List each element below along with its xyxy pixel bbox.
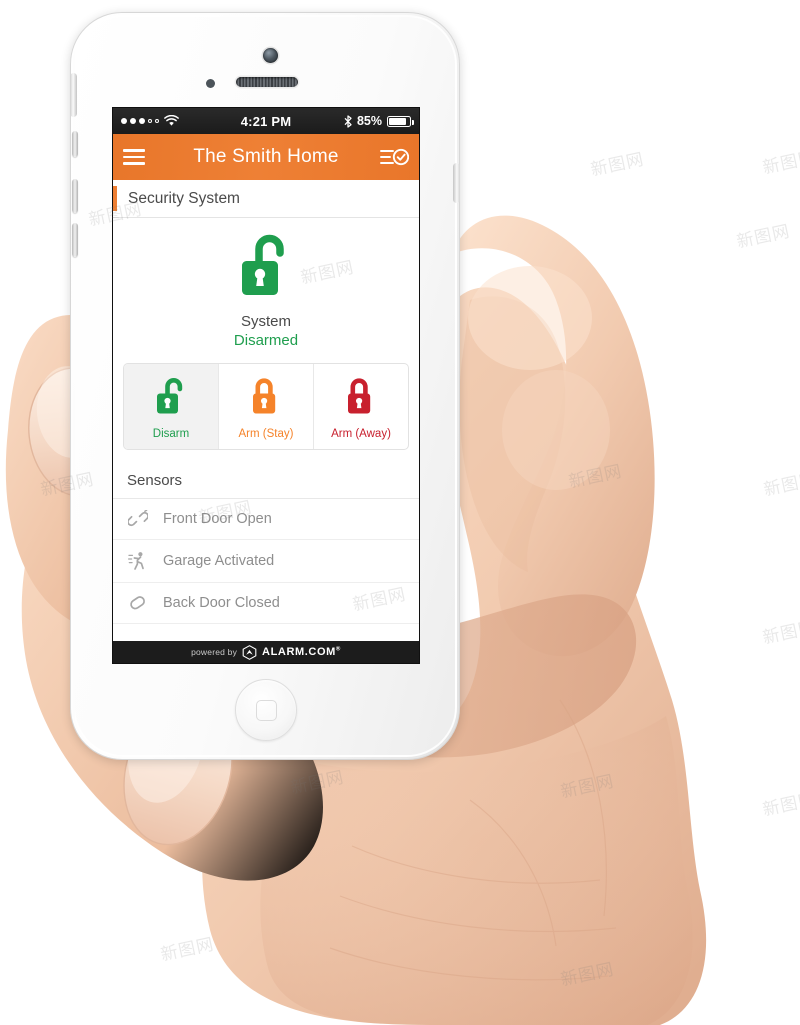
disarm-button[interactable]: Disarm (124, 364, 219, 449)
wifi-icon (164, 115, 179, 126)
phone-antenna-band-right (453, 163, 460, 203)
motion-person-icon (127, 551, 149, 571)
earpiece-speaker-icon (236, 77, 298, 87)
checklist-icon[interactable] (379, 146, 409, 168)
sensor-label: Front Door Open (163, 511, 272, 527)
volume-up-button[interactable] (72, 179, 78, 213)
locked-padlock-icon (348, 378, 371, 414)
status-bar-left (121, 115, 179, 127)
signal-strength-icon (121, 118, 159, 124)
system-status-value: Disarmed (233, 332, 299, 349)
sensor-label: Back Door Closed (163, 595, 280, 611)
home-button[interactable] (235, 679, 297, 741)
page-title: The Smith Home (193, 146, 339, 167)
alarm-com-logo-icon (242, 644, 257, 660)
battery-percent-label: 85% (356, 114, 382, 128)
arm-away-button-label: Arm (Away) (331, 428, 391, 440)
sensor-row[interactable]: Back Door Closed (113, 583, 419, 624)
hamburger-menu-icon[interactable] (123, 149, 145, 165)
sensor-row[interactable]: Garage Activated (113, 540, 419, 583)
status-bar-right: 85% (344, 114, 414, 128)
powered-by-footer: powered by ALARM.COM® (113, 641, 419, 663)
status-bar: 4:21 PM 85% (113, 108, 419, 134)
proximity-sensor-icon (206, 79, 215, 88)
section-accent-bar (113, 186, 117, 211)
home-button-square-icon (255, 699, 277, 721)
silent-switch[interactable] (72, 131, 78, 157)
section-title: Security System (128, 189, 240, 207)
sensors-section-title: Sensors (113, 450, 419, 499)
arm-disarm-button-group: Disarm Arm (Stay) Arm (Away) (123, 363, 409, 450)
broken-link-icon (127, 510, 149, 528)
system-status-panel: System Disarmed (113, 218, 419, 361)
disarm-button-label: Disarm (152, 428, 190, 440)
arm-stay-button[interactable]: Arm (Stay) (219, 364, 314, 449)
sensor-label: Garage Activated (163, 553, 275, 569)
unlocked-padlock-icon (242, 234, 284, 295)
screenshot-root: 4:21 PM 85% The Smith Home Security Syst… (0, 0, 800, 1025)
app-nav-bar: The Smith Home (113, 134, 419, 180)
sensor-row[interactable]: Front Door Open (113, 499, 419, 540)
unlocked-padlock-icon (157, 378, 183, 414)
front-camera-icon (263, 48, 278, 63)
locked-padlock-icon (253, 378, 276, 414)
arm-stay-button-label: Arm (Stay) (238, 428, 294, 440)
phone-antenna-band (70, 73, 77, 117)
section-header: Security System (113, 180, 419, 218)
closed-link-icon (127, 594, 149, 612)
phone-screen: 4:21 PM 85% The Smith Home Security Syst… (113, 108, 419, 663)
bluetooth-icon (344, 114, 352, 128)
alarm-com-brand-label: ALARM.COM® (262, 646, 341, 658)
arm-away-button[interactable]: Arm (Away) (314, 364, 408, 449)
powered-by-label: powered by (191, 647, 238, 657)
battery-icon (387, 115, 414, 127)
system-status-label: System (240, 313, 291, 330)
volume-down-button[interactable] (72, 223, 78, 257)
phone-body: 4:21 PM 85% The Smith Home Security Syst… (70, 12, 460, 760)
